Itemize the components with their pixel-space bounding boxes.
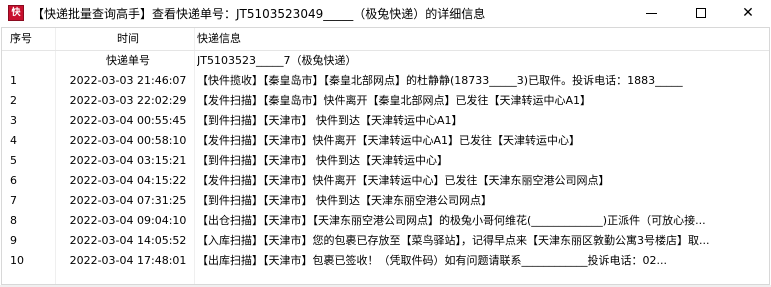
minimize-icon — [645, 12, 657, 14]
row-index: 10 — [10, 254, 24, 267]
table-row[interactable]: 2 2022-03-03 22:02:29 【发件扫描】【秦皇岛市】快件离开【秦… — [2, 91, 769, 111]
row-info: 【发件扫描】【秦皇岛市】快件离开【秦皇北部网点】已发往【天津转运中心A1】 — [197, 94, 592, 107]
row-info: 【到件扫描】【天津市】 快件到达【天津转运中心A1】 — [197, 114, 463, 127]
grid-header: 序号 时间 快递信息 — [2, 28, 769, 50]
table-row[interactable]: 1 2022-03-03 21:46:07 【快件揽收】【秦皇岛市】【秦皇北部网… — [2, 71, 769, 91]
row-time: 2022-03-04 03:15:21 — [69, 154, 187, 167]
row-time: 2022-03-04 09:04:10 — [69, 214, 187, 227]
header-info[interactable]: 快递信息 — [197, 28, 769, 50]
row-time: 2022-03-04 14:05:52 — [69, 234, 187, 247]
maximize-icon — [696, 8, 706, 18]
header-time[interactable]: 时间 — [60, 28, 196, 50]
table-row[interactable]: 9 2022-03-04 14:05:52 【入库扫描】【天津市】您的包裹已存放… — [2, 231, 769, 251]
row-index: 3 — [10, 114, 17, 127]
maximize-button[interactable] — [678, 0, 724, 26]
header-index[interactable]: 序号 — [10, 28, 58, 50]
row-index: 9 — [10, 234, 17, 247]
table-row[interactable]: 3 2022-03-04 00:55:45 【到件扫描】【天津市】 快件到达【天… — [2, 111, 769, 131]
row-index: 5 — [10, 154, 17, 167]
tracking-grid: 序号 时间 快递信息 快递单号 JT5103523_____7（极兔快递） 1 … — [1, 27, 770, 285]
row-time: 2022-03-03 22:02:29 — [69, 94, 187, 107]
table-row[interactable]: 5 2022-03-04 03:15:21 【到件扫描】【天津市】 快件到达【天… — [2, 151, 769, 171]
close-button[interactable]: ✕ — [725, 0, 771, 26]
row-index: 2 — [10, 94, 17, 107]
sub-header-row: 快递单号 JT5103523_____7（极兔快递） — [2, 51, 769, 71]
row-info: 【发件扫描】【天津市】快件离开【天津转运中心A1】已发往【天津转运中心】 — [197, 134, 581, 147]
row-info: 【快件揽收】【秦皇岛市】【秦皇北部网点】的杜静静(18733_____3)已取件… — [197, 74, 683, 87]
row-time: 2022-03-03 21:46:07 — [69, 74, 187, 87]
row-time: 2022-03-04 17:48:01 — [69, 254, 187, 267]
table-row[interactable]: 10 2022-03-04 17:48:01 【出库扫描】【天津市】包裹已签收！… — [2, 251, 769, 271]
row-index: 4 — [10, 134, 17, 147]
table-row[interactable]: 6 2022-03-04 04:15:22 【发件扫描】【天津市】快件离开【天津… — [2, 171, 769, 191]
row-info: 【发件扫描】【天津市】快件离开【天津转运中心】已发往【天津东丽空港公司网点】 — [197, 174, 610, 187]
row-info: 【到件扫描】【天津市】 快件到达【天津东丽空港公司网点】 — [197, 194, 492, 207]
row-info: 【出仓扫描】【天津市】【天津东丽空港公司网点】的极兔小哥何维花(________… — [197, 214, 706, 227]
row-index: 7 — [10, 194, 17, 207]
row-info: 【入库扫描】【天津市】您的包裹已存放至【菜鸟驿站】，记得早点来【天津东丽区敦勤公… — [197, 234, 710, 247]
close-icon: ✕ — [742, 5, 754, 21]
window-title: 【快递批量查询高手】查看快递单号：JT5103523049_____（极兔快递）… — [32, 6, 486, 21]
row-time: 2022-03-04 00:58:10 — [69, 134, 187, 147]
title-bar: 快 【快递批量查询高手】查看快递单号：JT5103523049_____（极兔快… — [0, 0, 771, 26]
app-icon: 快 — [8, 5, 24, 21]
tracking-number-label: 快递单号 — [106, 54, 150, 67]
row-index: 8 — [10, 214, 17, 227]
tracking-number-value: JT5103523_____7（极兔快递） — [197, 54, 357, 67]
minimize-button[interactable] — [628, 0, 674, 26]
table-row[interactable]: 7 2022-03-04 07:31:25 【到件扫描】【天津市】 快件到达【天… — [2, 191, 769, 211]
row-time: 2022-03-04 04:15:22 — [69, 174, 187, 187]
row-info: 【到件扫描】【天津市】 快件到达【天津转运中心】 — [197, 154, 448, 167]
row-info: 【出库扫描】【天津市】包裹已签收！（凭取件码）如有问题请联系__________… — [197, 254, 667, 267]
row-time: 2022-03-04 07:31:25 — [69, 194, 187, 207]
table-row[interactable]: 4 2022-03-04 00:58:10 【发件扫描】【天津市】快件离开【天津… — [2, 131, 769, 151]
row-index: 6 — [10, 174, 17, 187]
table-row[interactable]: 8 2022-03-04 09:04:10 【出仓扫描】【天津市】【天津东丽空港… — [2, 211, 769, 231]
row-time: 2022-03-04 00:55:45 — [69, 114, 187, 127]
row-index: 1 — [10, 74, 17, 87]
